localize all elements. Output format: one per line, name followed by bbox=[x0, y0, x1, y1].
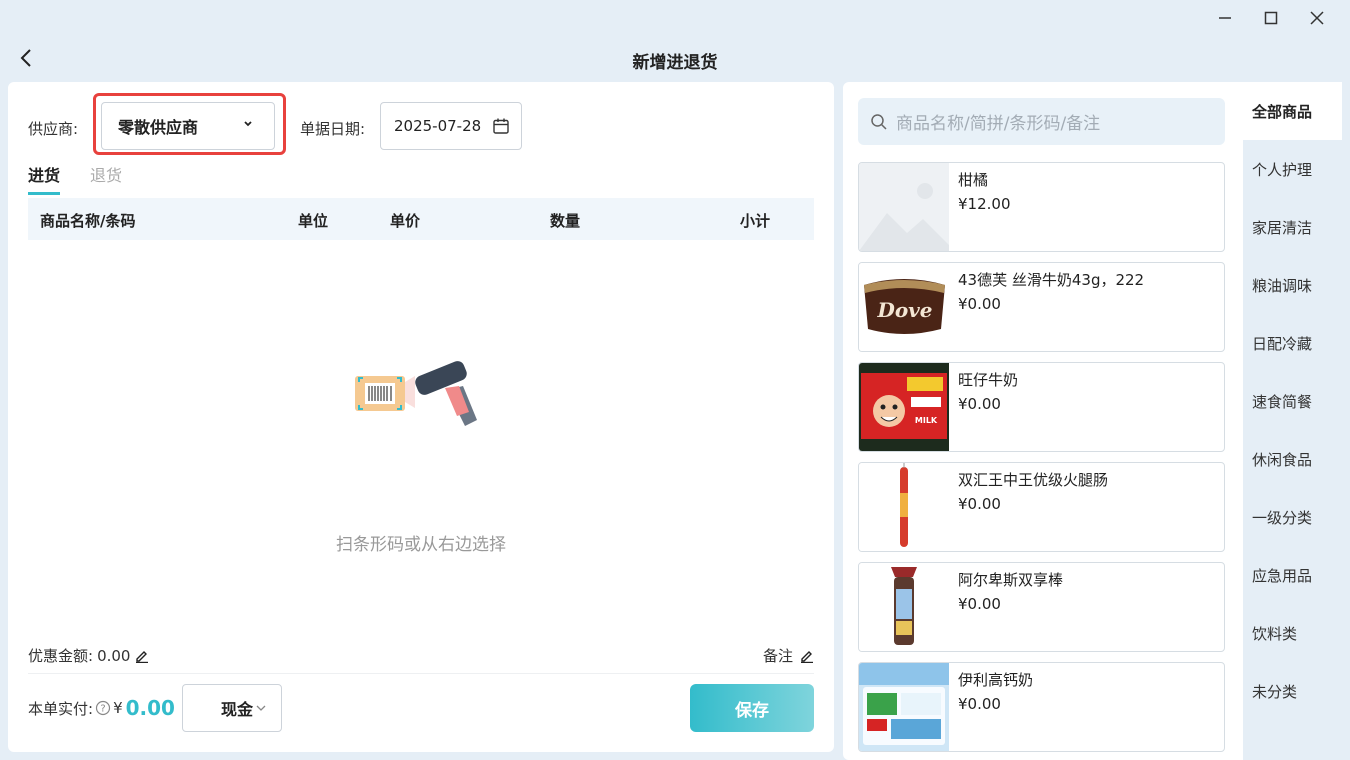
remark-button[interactable]: 备注 bbox=[763, 645, 814, 666]
search-placeholder: 商品名称/简拼/条形码/备注 bbox=[896, 114, 1101, 134]
calendar-icon bbox=[493, 118, 509, 134]
category-snacks[interactable]: 休闲食品 bbox=[1243, 430, 1342, 488]
date-picker[interactable]: 2025-07-28 bbox=[380, 102, 522, 150]
svg-text:Dove: Dove bbox=[876, 298, 932, 322]
product-price: ¥0.00 bbox=[958, 495, 1001, 513]
tab-return[interactable]: 退货 bbox=[90, 162, 122, 195]
empty-hint: 扫条形码或从右边选择 bbox=[336, 535, 506, 555]
save-button[interactable]: 保存 bbox=[690, 684, 814, 732]
currency-symbol: ¥ bbox=[113, 699, 123, 717]
maximize-icon[interactable] bbox=[1248, 6, 1294, 30]
product-name: 阿尔卑斯双享棒 bbox=[958, 571, 1064, 589]
product-name: 柑橘 bbox=[958, 171, 989, 189]
search-icon bbox=[871, 114, 887, 130]
svg-text:MILK: MILK bbox=[915, 416, 938, 425]
close-icon[interactable] bbox=[1294, 6, 1340, 30]
product-price: ¥0.00 bbox=[958, 595, 1001, 613]
product-card[interactable]: 双汇王中王优级火腿肠 ¥0.00 bbox=[858, 462, 1225, 552]
help-icon[interactable]: ? bbox=[95, 700, 111, 716]
supplier-value: 零散供应商 bbox=[118, 118, 199, 137]
category-home-cleaning[interactable]: 家居清洁 bbox=[1243, 198, 1342, 256]
remark-label: 备注 bbox=[762, 647, 793, 665]
minimize-icon[interactable] bbox=[1202, 6, 1248, 30]
chevron-down-icon bbox=[244, 121, 252, 127]
date-label: 单据日期: bbox=[300, 120, 366, 138]
placeholder-image-icon bbox=[859, 163, 949, 251]
category-grain-oil[interactable]: 粮油调味 bbox=[1243, 256, 1342, 314]
category-all[interactable]: 全部商品 bbox=[1243, 82, 1342, 140]
category-emergency[interactable]: 应急用品 bbox=[1243, 546, 1342, 604]
product-price: ¥0.00 bbox=[958, 695, 1001, 713]
product-price: ¥12.00 bbox=[958, 195, 1011, 213]
product-name: 双汇王中王优级火腿肠 bbox=[958, 471, 1109, 489]
discount-value: 0.00 bbox=[97, 646, 131, 665]
paid-row: 本单实付: ? ¥ 0.00 bbox=[28, 696, 175, 720]
category-level-one[interactable]: 一级分类 bbox=[1243, 488, 1342, 546]
discount-label: 优惠金额: bbox=[28, 647, 94, 665]
barcode-scanner-icon bbox=[355, 361, 477, 426]
column-header: 数量 bbox=[550, 212, 581, 230]
product-image: MILK bbox=[859, 363, 949, 451]
product-card[interactable]: 阿尔卑斯双享棒 ¥0.00 bbox=[858, 562, 1225, 652]
category-drinks[interactable]: 饮料类 bbox=[1243, 604, 1342, 662]
product-panel: 商品名称/简拼/条形码/备注 柑橘 ¥12.00 Dove 43德芙 丝滑牛奶4… bbox=[843, 82, 1243, 760]
column-header: 小计 bbox=[740, 212, 771, 230]
product-card[interactable]: Dove 43德芙 丝滑牛奶43g，222 ¥0.00 bbox=[858, 262, 1225, 352]
product-image bbox=[859, 463, 949, 551]
table-header: 商品名称/条码 单位 单价 数量 小计 bbox=[28, 198, 814, 240]
product-card[interactable]: 伊利高钙奶 ¥0.00 bbox=[858, 662, 1225, 752]
page-title: 新增进退货 bbox=[632, 53, 718, 73]
column-header: 单价 bbox=[390, 212, 421, 230]
svg-text:?: ? bbox=[100, 704, 105, 715]
product-price: ¥0.00 bbox=[958, 295, 1001, 313]
edit-icon bbox=[801, 651, 813, 663]
payment-method-value: 现金 bbox=[221, 700, 254, 719]
supplier-select[interactable]: 零散供应商 bbox=[101, 102, 275, 150]
product-card[interactable]: 柑橘 ¥12.00 bbox=[858, 162, 1225, 252]
column-header: 商品名称/条码 bbox=[40, 212, 136, 230]
tab-bar: 进货 退货 bbox=[28, 162, 122, 195]
product-price: ¥0.00 bbox=[958, 395, 1001, 413]
product-image bbox=[859, 563, 949, 651]
payment-method-select[interactable]: 现金 bbox=[182, 684, 282, 732]
chevron-down-icon bbox=[256, 705, 266, 711]
product-name: 旺仔牛奶 bbox=[958, 371, 1019, 389]
paid-label: 本单实付: bbox=[28, 699, 94, 718]
product-card[interactable]: MILK 旺仔牛奶 ¥0.00 bbox=[858, 362, 1225, 452]
order-panel: 供应商: 零散供应商 单据日期: 2025-07-28 进货 退货 商品名称/条… bbox=[8, 82, 834, 752]
supplier-label: 供应商: bbox=[28, 120, 79, 138]
column-header: 单位 bbox=[298, 212, 329, 230]
product-image: Dove bbox=[859, 263, 949, 351]
tab-purchase[interactable]: 进货 bbox=[28, 162, 61, 195]
paid-amount: 0.00 bbox=[125, 696, 175, 720]
discount-row: 优惠金额: 0.00 bbox=[28, 645, 149, 666]
window-controls bbox=[1202, 6, 1340, 30]
search-input[interactable]: 商品名称/简拼/条形码/备注 bbox=[858, 98, 1225, 145]
category-sidebar: 全部商品 个人护理 家居清洁 粮油调味 日配冷藏 速食简餐 休闲食品 一级分类 … bbox=[1243, 82, 1350, 760]
category-uncategorized[interactable]: 未分类 bbox=[1243, 662, 1342, 720]
product-name: 43德芙 丝滑牛奶43g，222 bbox=[958, 271, 1145, 289]
category-chilled[interactable]: 日配冷藏 bbox=[1243, 314, 1342, 372]
category-instant-food[interactable]: 速食简餐 bbox=[1243, 372, 1342, 430]
page-header: 新增进退货 bbox=[0, 40, 1350, 76]
edit-icon[interactable] bbox=[134, 648, 149, 663]
product-image bbox=[859, 663, 949, 751]
product-name: 伊利高钙奶 bbox=[958, 671, 1034, 689]
category-personal-care[interactable]: 个人护理 bbox=[1243, 140, 1342, 198]
divider bbox=[28, 673, 814, 674]
date-value: 2025-07-28 bbox=[394, 117, 482, 135]
